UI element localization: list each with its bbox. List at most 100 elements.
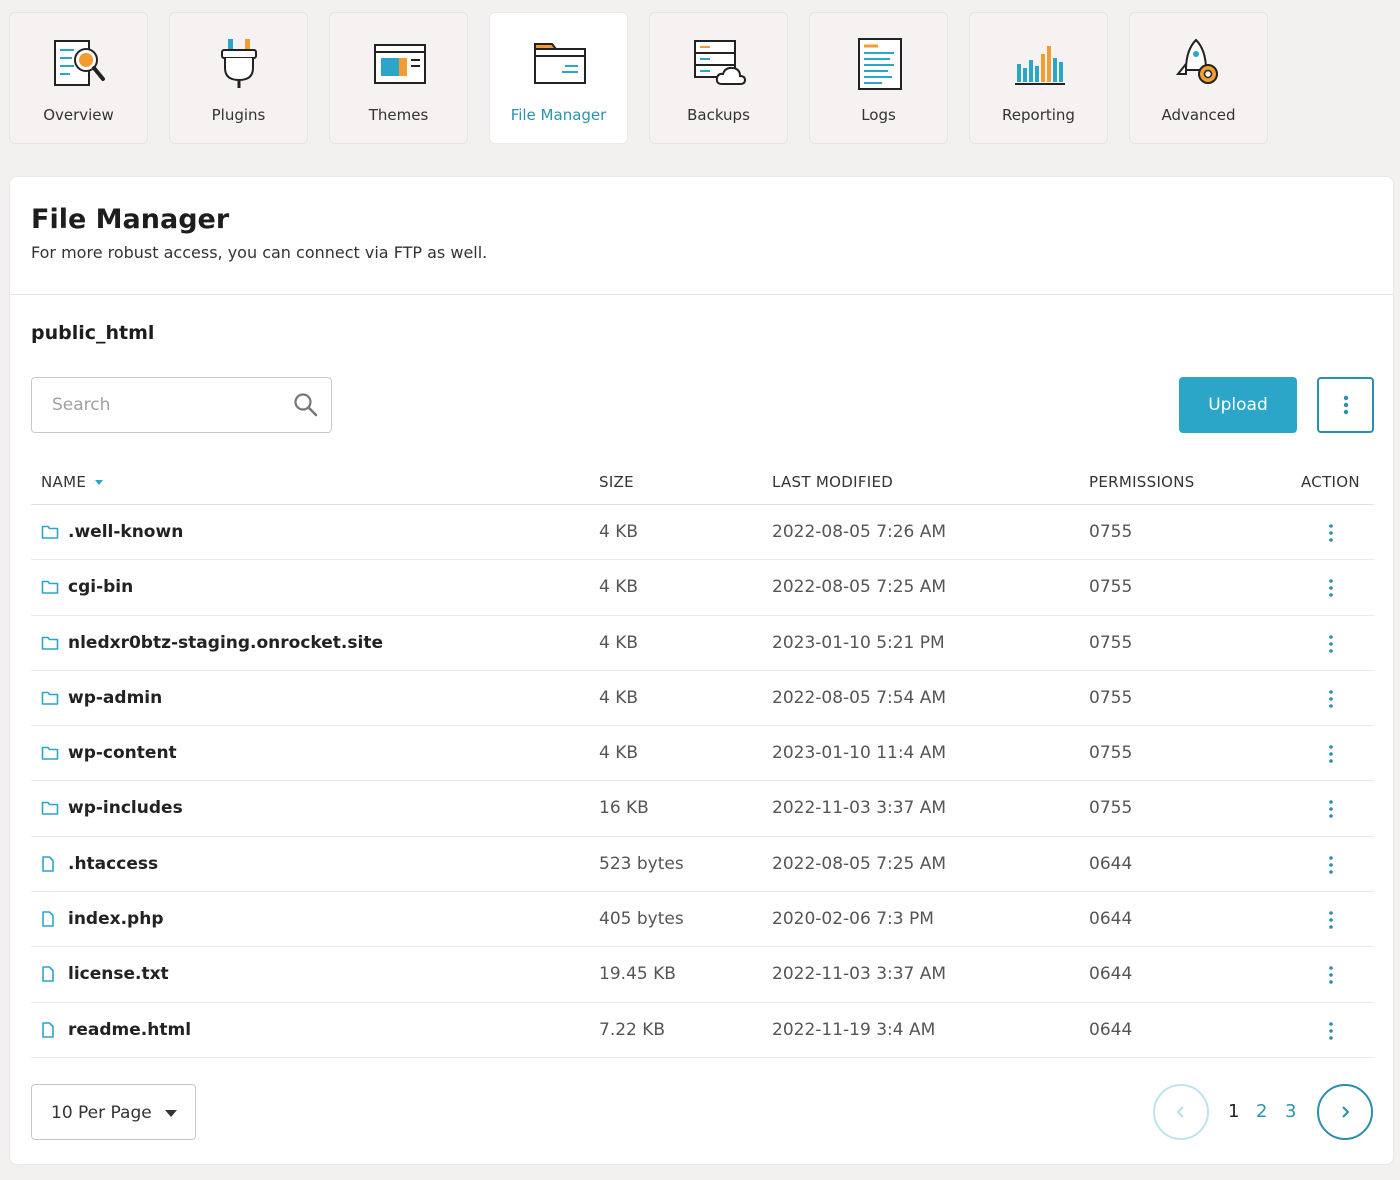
table-row[interactable]: index.php 405 bytes 2020-02-06 7:3 PM 0644 xyxy=(31,892,1374,948)
file-name-cell[interactable]: nledxr0btz-staging.onrocket.site xyxy=(41,633,383,653)
file-size: 4 KB xyxy=(599,632,639,653)
row-action-button[interactable] xyxy=(1321,689,1341,709)
column-header-name[interactable]: NAME xyxy=(41,473,104,491)
file-name-cell[interactable]: index.php xyxy=(41,909,164,929)
file-name: cgi-bin xyxy=(68,577,134,598)
row-action-button[interactable] xyxy=(1321,523,1341,543)
kebab-menu-icon xyxy=(1329,634,1333,653)
panel-header: File Manager For more robust access, you… xyxy=(10,177,1393,295)
file-permissions: 0755 xyxy=(1089,522,1133,542)
file-last-modified: 2022-08-05 7:26 AM xyxy=(772,522,947,542)
search-icon[interactable] xyxy=(293,392,319,418)
per-page-value: 10 Per Page xyxy=(51,1103,152,1123)
table-row[interactable]: readme.html 7.22 KB 2022-11-19 3:4 AM 0644 xyxy=(31,1003,1374,1058)
file-name-cell[interactable]: .htaccess xyxy=(41,854,158,874)
tab-label: Logs xyxy=(861,106,896,124)
kebab-menu-icon xyxy=(1329,800,1333,819)
tab-label: Themes xyxy=(368,106,429,124)
table-row[interactable]: wp-admin 4 KB 2022-08-05 7:54 AM 0755 xyxy=(31,671,1374,727)
tab-logs[interactable]: Logs xyxy=(809,12,948,144)
file-permissions: 0755 xyxy=(1089,743,1133,764)
file-size: 4 KB xyxy=(599,577,639,598)
tab-label: Plugins xyxy=(211,106,266,124)
file-last-modified: 2022-11-19 3:4 AM xyxy=(772,1019,936,1040)
tab-overview[interactable]: Overview xyxy=(9,12,148,144)
file-permissions: 0644 xyxy=(1089,853,1133,874)
tab-themes[interactable]: Themes xyxy=(329,12,468,144)
tab-plugins[interactable]: Plugins xyxy=(169,12,308,144)
column-header-last-modified[interactable]: LAST MODIFIED xyxy=(772,473,893,491)
row-action-button[interactable] xyxy=(1321,744,1341,764)
tab-label: Reporting xyxy=(1002,106,1075,124)
page-title: File Manager xyxy=(31,204,230,235)
column-header-size[interactable]: SIZE xyxy=(599,473,634,491)
row-action-button[interactable] xyxy=(1321,634,1341,654)
tab-advanced[interactable]: Advanced xyxy=(1129,12,1268,144)
file-table: NAME SIZE LAST MODIFIED PERMISSIONS ACTI… xyxy=(31,460,1374,1058)
row-action-button[interactable] xyxy=(1321,799,1341,819)
table-row[interactable]: wp-content 4 KB 2023-01-10 11:4 AM 0755 xyxy=(31,726,1374,782)
table-body: .well-known 4 KB 2022-08-05 7:26 AM 0755 cgi… xyxy=(31,505,1374,1058)
row-action-button[interactable] xyxy=(1321,1021,1341,1041)
kebab-menu-icon xyxy=(1329,855,1333,874)
file-permissions: 0644 xyxy=(1089,1019,1133,1040)
column-header-permissions[interactable]: PERMISSIONS xyxy=(1089,473,1195,491)
page-subtitle: For more robust access, you can connect … xyxy=(31,243,488,262)
file-last-modified: 2023-01-10 5:21 PM xyxy=(772,632,945,653)
file-icon xyxy=(41,966,59,983)
section-tabs: Overview Plugins Themes File Manager Bac… xyxy=(9,12,1268,144)
previous-page-button[interactable] xyxy=(1153,1084,1209,1140)
column-header-action: ACTION xyxy=(1301,473,1360,491)
table-row[interactable]: .htaccess 523 bytes 2022-08-05 7:25 AM 0644 xyxy=(31,837,1374,893)
more-options-button[interactable] xyxy=(1317,377,1374,433)
table-row[interactable]: nledxr0btz-staging.onrocket.site 4 KB 2023… xyxy=(31,616,1374,671)
file-permissions: 0644 xyxy=(1089,964,1133,985)
row-action-button[interactable] xyxy=(1321,578,1341,598)
search-box xyxy=(31,377,332,433)
tab-backups[interactable]: Backups xyxy=(649,12,788,144)
file-name: .htaccess xyxy=(68,853,159,874)
tab-file-manager[interactable]: File Manager xyxy=(489,12,628,144)
file-size: 4 KB xyxy=(599,743,639,764)
file-name: wp-includes xyxy=(68,798,183,819)
table-row[interactable]: cgi-bin 4 KB 2022-08-05 7:25 AM 0755 xyxy=(31,560,1374,616)
current-directory: public_html xyxy=(31,322,155,344)
file-permissions: 0755 xyxy=(1089,798,1133,819)
file-last-modified: 2022-11-03 3:37 AM xyxy=(772,798,947,819)
themes-icon xyxy=(372,38,428,90)
table-row[interactable]: .well-known 4 KB 2022-08-05 7:26 AM 0755 xyxy=(31,505,1374,561)
table-row[interactable]: license.txt 19.45 KB 2022-11-03 3:37 AM 064… xyxy=(31,947,1374,1003)
page-number-2[interactable]: 2 xyxy=(1256,1101,1267,1122)
file-name-cell[interactable]: wp-content xyxy=(41,743,177,763)
file-name-cell[interactable]: wp-admin xyxy=(41,688,162,708)
column-header-name-label: NAME xyxy=(41,473,87,491)
file-permissions: 0755 xyxy=(1089,577,1133,598)
file-name-cell[interactable]: readme.html xyxy=(41,1020,191,1040)
per-page-select[interactable]: 10 Per Page xyxy=(31,1084,196,1140)
tab-reporting[interactable]: Reporting xyxy=(969,12,1108,144)
file-name-cell[interactable]: cgi-bin xyxy=(41,577,133,597)
file-name-cell[interactable]: .well-known xyxy=(41,522,183,542)
page-number-3[interactable]: 3 xyxy=(1285,1101,1296,1122)
table-row[interactable]: wp-includes 16 KB 2022-11-03 3:37 AM 0755 xyxy=(31,781,1374,837)
file-name: index.php xyxy=(68,909,164,930)
file-name: license.txt xyxy=(68,964,169,985)
file-name-cell[interactable]: wp-includes xyxy=(41,798,183,818)
file-name: wp-content xyxy=(68,743,177,764)
page-number-1[interactable]: 1 xyxy=(1228,1101,1239,1122)
folder-icon xyxy=(41,745,59,761)
upload-button[interactable]: Upload xyxy=(1179,377,1297,433)
file-name-cell[interactable]: license.txt xyxy=(41,964,169,984)
search-input[interactable] xyxy=(33,379,283,431)
next-page-button[interactable] xyxy=(1317,1084,1373,1140)
file-icon xyxy=(41,855,59,872)
row-action-button[interactable] xyxy=(1321,855,1341,875)
folder-icon xyxy=(41,635,59,651)
row-action-button[interactable] xyxy=(1321,910,1341,930)
chevron-left-icon xyxy=(1176,1106,1184,1118)
file-name: nledxr0btz-staging.onrocket.site xyxy=(68,632,383,653)
folder-icon xyxy=(41,579,59,595)
bar-chart-icon xyxy=(1012,38,1068,90)
file-name: .well-known xyxy=(68,522,184,542)
row-action-button[interactable] xyxy=(1321,965,1341,985)
